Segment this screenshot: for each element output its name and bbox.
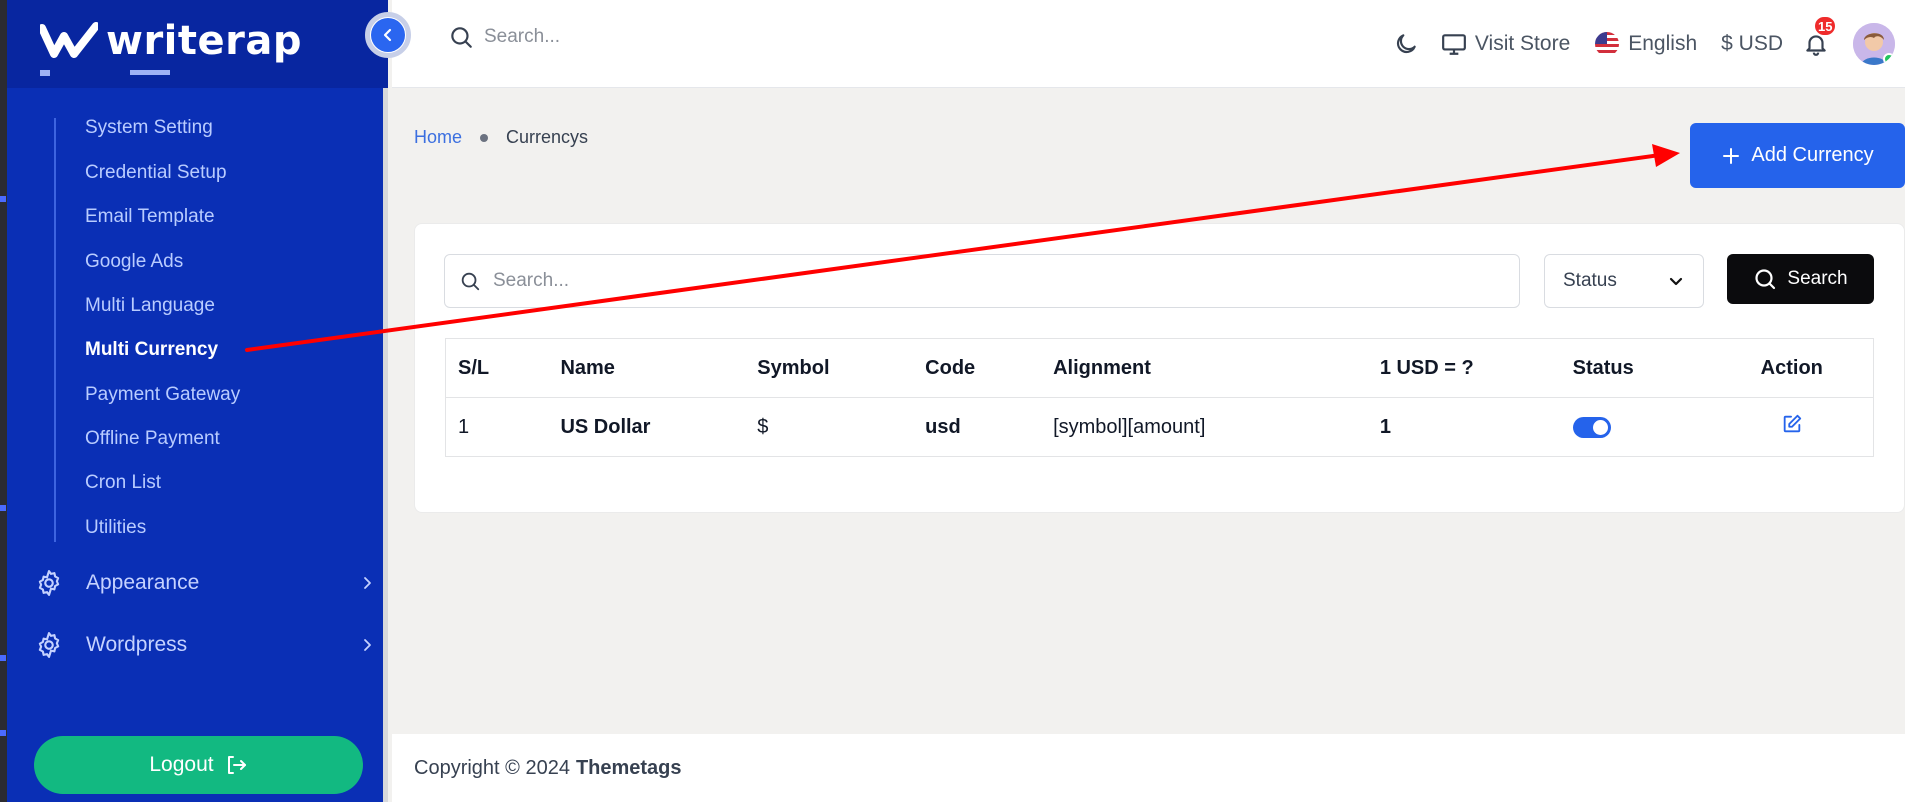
table-row: 1 US Dollar $ usd [symbol][amount] 1 [445,397,1874,457]
sidebar-scrollbar[interactable] [383,0,388,802]
chevron-right-icon [364,639,371,651]
currency-table: S/L Name Symbol Code Alignment 1 USD = ?… [445,338,1874,457]
copyright-text: Copyright © 2024 [414,756,570,779]
logo-mark-icon [40,22,98,58]
breadcrumb-home-link[interactable]: Home [414,127,462,148]
cell-alignment: [symbol][amount] [1041,397,1368,457]
logo-text: writerap [106,18,302,64]
cell-sl: 1 [445,397,549,457]
cell-symbol: $ [745,397,914,457]
us-flag-icon [1595,32,1620,56]
cell-action [1710,397,1874,457]
status-filter-label: Status [1563,270,1617,291]
visit-store-label: Visit Store [1474,32,1571,55]
sidebar-item-system-setting[interactable]: System Setting [85,117,213,139]
global-search-input[interactable]: Search... [484,26,560,48]
gear-icon [38,632,60,658]
status-filter-select[interactable]: Status [1544,254,1704,308]
plus-icon [1723,147,1740,164]
logout-button[interactable]: Logout [34,736,363,794]
breadcrumb-separator [480,133,489,142]
brand-logo[interactable]: writerap [40,18,302,64]
column-header-name: Name [548,338,746,398]
sidebar-item-payment-gateway[interactable]: Payment Gateway [85,384,240,406]
page-footer: Copyright © 2024 Themetags [392,734,1905,802]
window-edge [0,0,7,802]
sidebar-item-label: Wordpress [86,633,188,656]
search-icon [451,27,472,48]
table-header-row: S/L Name Symbol Code Alignment 1 USD = ?… [445,338,1874,398]
header-actions: Visit Store English $ USD 15 [1393,0,1905,88]
column-header-alignment: Alignment [1041,338,1368,398]
sidebar-item-google-ads[interactable]: Google Ads [85,251,183,273]
sidebar-item-label: Appearance [86,571,200,594]
column-header-status: Status [1560,338,1711,398]
chevron-left-icon [383,28,392,42]
sidebar-item-utilities[interactable]: Utilities [85,517,146,539]
sidebar-item-multi-currency[interactable]: Multi Currency [85,339,218,361]
cell-status [1560,397,1711,457]
sidebar-item-wordpress[interactable]: Wordpress [34,630,374,660]
dark-mode-toggle[interactable] [1393,31,1419,57]
notifications-button[interactable]: 15 [1803,15,1838,57]
language-label: English [1628,32,1698,55]
clipped-menu-item [10,70,380,88]
currency-label: $ USD [1721,32,1783,55]
column-header-symbol: Symbol [745,338,914,398]
top-header: Search... Visit Store English $ USD 15 [392,0,1905,88]
column-header-code: Code [913,338,1042,398]
table-search-field[interactable]: Search... [444,254,1520,308]
logout-icon [227,756,246,774]
sidebar-item-offline-payment[interactable]: Offline Payment [85,428,220,450]
gear-icon [38,570,60,596]
cell-rate: 1 [1367,397,1561,457]
add-currency-label: Add Currency [1751,144,1874,166]
search-button[interactable]: Search [1727,254,1874,304]
sidebar-item-multi-language[interactable]: Multi Language [85,295,215,317]
sidebar-item-appearance[interactable]: Appearance [34,568,374,598]
visit-store-link[interactable]: Visit Store [1441,31,1570,57]
cell-name: US Dollar [548,397,746,457]
footer-brand-link[interactable]: Themetags [576,757,682,780]
moon-icon [1396,34,1416,54]
online-status-dot [1883,53,1895,65]
currency-selector[interactable]: $ USD [1721,32,1783,56]
monitor-icon [1442,34,1466,55]
cell-code: usd [913,397,1042,457]
logout-label: Logout [149,753,214,776]
sidebar-item-email-template[interactable]: Email Template [85,206,215,228]
chevron-down-icon [1669,277,1683,286]
global-search[interactable]: Search... [448,24,560,50]
chevron-right-icon [364,577,371,589]
column-header-sl: S/L [445,338,549,398]
submenu-guide-line [54,118,56,542]
notification-badge: 15 [1813,15,1838,37]
sidebar: writerap System Setting Credential Setup E… [0,0,388,802]
status-toggle[interactable] [1572,416,1611,438]
table-search-input[interactable]: Search... [493,270,569,292]
language-selector[interactable]: English [1594,31,1697,57]
sidebar-collapse-button[interactable] [365,12,411,58]
sidebar-item-cron-list[interactable]: Cron List [85,472,161,494]
avatar[interactable] [1853,23,1895,65]
search-icon [1755,269,1776,290]
add-currency-button[interactable]: Add Currency [1690,123,1905,188]
search-button-label: Search [1787,268,1848,289]
column-header-rate: 1 USD = ? [1367,338,1561,398]
edit-icon[interactable] [1781,413,1803,435]
sidebar-item-credential-setup[interactable]: Credential Setup [85,162,227,184]
breadcrumb-current: Currencys [506,127,589,147]
breadcrumb: Home Currencys [414,127,588,148]
search-icon [461,272,480,291]
column-header-action: Action [1710,338,1874,398]
